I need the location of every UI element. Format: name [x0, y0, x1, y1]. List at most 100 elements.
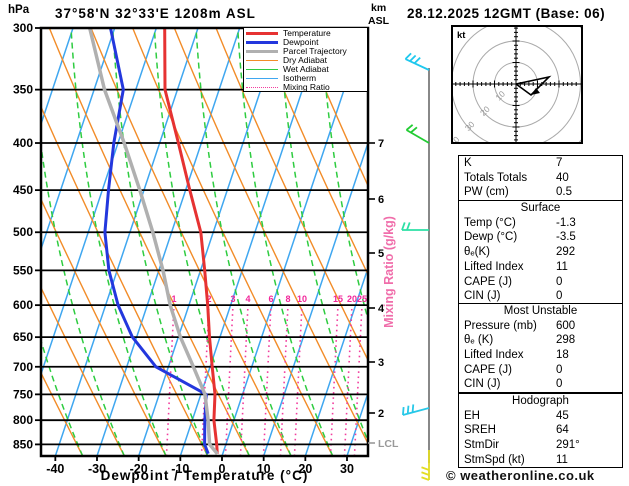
stats-row-value: 45: [556, 409, 569, 422]
stats-row: PW (cm) 0.5: [459, 185, 622, 200]
pressure-tick-label: 800: [13, 413, 33, 427]
mixing-ratio-value: 15: [333, 294, 343, 304]
stats-row: EH 45: [459, 409, 622, 424]
stats-row: CIN (J) 0: [459, 289, 622, 304]
mixing-ratio-value: 25: [357, 294, 367, 304]
stats-row-value: 64: [556, 424, 569, 437]
pressure-tick-label: 750: [13, 387, 33, 401]
stats-row-value: 7: [556, 157, 563, 169]
stats-row-label: Dewp (°C): [464, 231, 518, 244]
stats-row-value: -1.3: [556, 216, 576, 229]
wind-barb-column: [401, 52, 430, 481]
altitude-unit-asl: ASL: [368, 15, 389, 27]
hodograph-unit-label: kt: [457, 30, 466, 41]
stats-row: CAPE (J) 0: [459, 363, 622, 378]
km-tick-label: 7: [378, 138, 384, 150]
stats-row-value: 11: [556, 453, 568, 466]
stats-section-header: Most Unstable: [503, 305, 578, 317]
altitude-unit-km: km: [371, 2, 387, 14]
stats-row-value: 0: [556, 290, 563, 303]
stats-row: StmSpd (kt) 11: [459, 453, 622, 468]
stats-row-label: CIN (J): [464, 378, 501, 391]
legend-line-sample: [246, 69, 278, 70]
stats-row: Totals Totals 40: [459, 171, 622, 186]
stats-box: Most Unstable Pressure (mb) 600 θₑ (K) 298 Li…: [458, 303, 623, 394]
stats-row-label: CAPE (J): [464, 275, 512, 288]
stats-row-value: 0: [556, 363, 563, 376]
mixing-ratio-value: 10: [297, 294, 307, 304]
pressure-tick-label: 850: [13, 437, 33, 451]
legend-line-sample: [246, 50, 278, 53]
mixing-ratio-value: 3: [230, 294, 235, 304]
stats-row-value: 0: [556, 275, 563, 288]
stats-row-label: θₑ(K): [464, 246, 490, 259]
stats-row-label: SREH: [464, 424, 496, 437]
stats-row-value: 0.5: [556, 186, 572, 199]
pressure-tick-label: 300: [13, 21, 33, 35]
stats-row: Temp (°C) -1.3: [459, 216, 622, 231]
stats-row: CIN (J) 0: [459, 377, 622, 392]
legend-line-sample: [246, 41, 278, 44]
stats-row: SREH 64: [459, 423, 622, 438]
legend-line-sample: [246, 87, 278, 88]
stats-row-label: PW (cm): [464, 186, 509, 199]
mixing-ratio-value: 4: [245, 294, 250, 304]
pressure-unit-label: hPa: [8, 4, 30, 16]
stats-row-label: StmDir: [464, 439, 500, 452]
hodograph-ring-label: 30: [463, 119, 477, 133]
stats-row: Lifted Index 11: [459, 260, 622, 275]
pressure-tick-label: 550: [13, 263, 33, 277]
lcl-label: LCL: [378, 438, 399, 450]
stats-row: θₑ (K) 298: [459, 333, 622, 348]
stats-row-label: θₑ (K): [464, 334, 494, 347]
stats-section-header: Surface: [520, 202, 561, 215]
stats-row-label: StmSpd (kt): [464, 453, 525, 466]
stats-row-value: 40: [556, 171, 569, 184]
legend-line-sample: [246, 78, 278, 79]
pressure-tick-label: 650: [13, 330, 33, 344]
km-tick-label: 3: [378, 357, 384, 369]
footer-credit: © weatheronline.co.uk: [446, 468, 595, 483]
stats-row: StmDir 291°: [459, 438, 622, 453]
hodograph-trace: [515, 75, 552, 97]
stats-row-value: 298: [556, 334, 576, 347]
hodograph: 10203040kt: [451, 25, 583, 144]
stats-row-value: 18: [556, 349, 569, 362]
stats-row-label: Pressure (mb): [464, 319, 537, 332]
stats-row-label: Temp (°C): [464, 216, 516, 229]
stats-row-label: Lifted Index: [464, 349, 524, 362]
stats-row: CAPE (J) 0: [459, 275, 622, 290]
stats-row-value: 600: [556, 319, 576, 332]
series-temperature: [163, 28, 219, 454]
stats-box: K 7 Totals Totals 40 PW (cm) 0.5 Surface Temp (…: [458, 155, 623, 305]
datetime-label: 28.12.2025 12GMT (Base: 06): [407, 6, 606, 21]
pressure-tick-label: 600: [13, 298, 33, 312]
hodograph-ring-label: 20: [478, 104, 492, 118]
stats-row: K7: [459, 156, 622, 171]
km-tick-label: 6: [378, 194, 384, 206]
legend: Temperature Dewpoint Parcel Trajectory Dry …: [243, 27, 368, 92]
pressure-tick-label: 500: [13, 225, 33, 239]
wind-barb: [402, 404, 430, 416]
stats-row-value: 291°: [556, 439, 580, 452]
stats-row: θₑ(K) 292: [459, 245, 622, 260]
stats-row-label: EH: [464, 409, 480, 422]
mixing-ratio-value: 6: [268, 294, 273, 304]
mixing-ratio-value: 8: [285, 294, 290, 304]
pressure-tick-label: 450: [13, 183, 33, 197]
wind-barb: [401, 222, 429, 231]
legend-item-label: Mixing Ratio: [283, 82, 330, 92]
stats-row: Lifted Index 18: [459, 348, 622, 363]
sounding-curves: [87, 28, 219, 455]
mixing-ratio-axis-label: Mixing Ratio (g/kg): [382, 216, 396, 328]
stats-row-value: 0: [556, 378, 563, 391]
stats-row-value: 11: [556, 260, 568, 273]
temp-axis-label: Dewpoint / Temperature (°C): [100, 468, 309, 483]
wind-barb: [421, 450, 430, 481]
wind-barb: [405, 124, 430, 144]
stats-row-label: Totals Totals: [464, 171, 528, 184]
stats-row-value: -3.5: [556, 231, 576, 244]
stats-row-value: 292: [556, 246, 576, 259]
legend-line-sample: [246, 32, 278, 35]
pressure-tick-label: 350: [13, 83, 33, 97]
